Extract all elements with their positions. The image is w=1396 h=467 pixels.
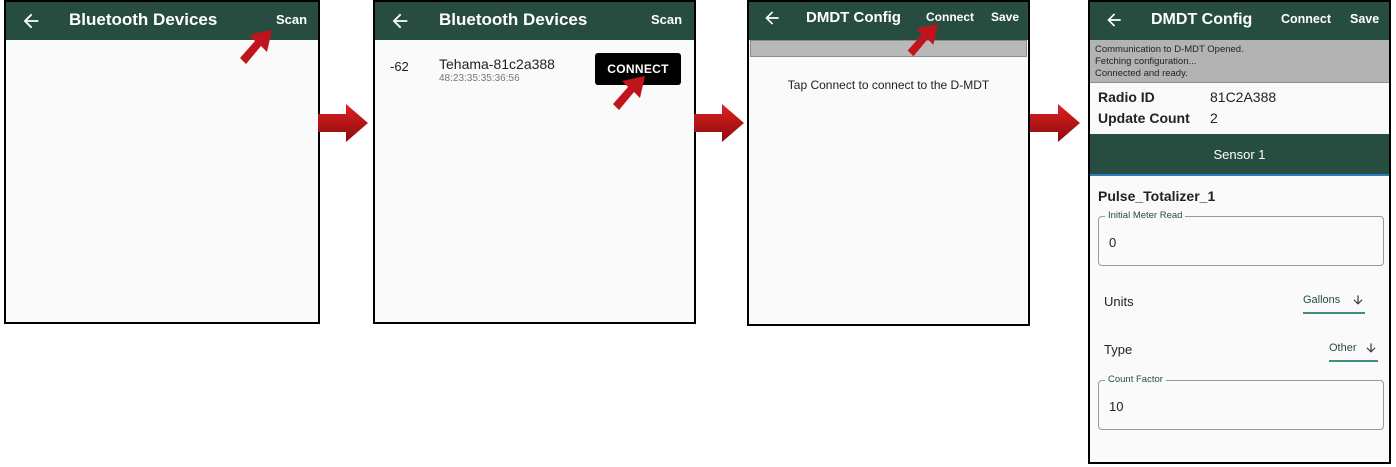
dmdt-config-screen-connected: DMDT Config Connect Save Communication t… bbox=[1088, 0, 1391, 464]
back-arrow-icon[interactable] bbox=[389, 10, 411, 32]
app-bar: Bluetooth Devices Scan bbox=[375, 2, 694, 40]
page-title: Bluetooth Devices bbox=[69, 10, 218, 29]
back-arrow-icon[interactable] bbox=[762, 8, 782, 28]
initial-meter-read-value: 0 bbox=[1109, 235, 1117, 250]
connect-hint: Tap Connect to connect to the D-MDT bbox=[787, 78, 990, 92]
page-title: Bluetooth Devices bbox=[439, 10, 588, 29]
page-title: DMDT Config bbox=[806, 9, 901, 26]
app-bar: DMDT Config Connect Save bbox=[1090, 2, 1389, 40]
type-value: Other bbox=[1329, 341, 1357, 354]
page-title: DMDT Config bbox=[1151, 11, 1253, 28]
back-arrow-icon[interactable] bbox=[20, 10, 42, 32]
radio-id-value: 81C2A388 bbox=[1210, 89, 1277, 105]
initial-meter-read-field[interactable]: Initial Meter Read 0 bbox=[1098, 210, 1384, 266]
pointer-arrow-icon bbox=[907, 23, 939, 57]
sensor-name: Pulse_Totalizer_1 bbox=[1098, 188, 1216, 204]
bluetooth-devices-screen-empty: Bluetooth Devices Scan bbox=[4, 0, 320, 324]
tab-sensor-1[interactable]: Sensor 1 bbox=[1090, 134, 1389, 176]
update-count-value: 2 bbox=[1210, 110, 1218, 126]
device-mac-address: 48:23:35:35:36:56 bbox=[439, 73, 520, 84]
right-arrow-icon bbox=[694, 104, 744, 142]
save-button[interactable]: Save bbox=[1350, 12, 1379, 26]
save-button[interactable]: Save bbox=[991, 10, 1019, 24]
dmdt-config-screen-disconnected: DMDT Config Connect Save Tap Connect to … bbox=[747, 0, 1030, 326]
type-select[interactable]: Other bbox=[1329, 341, 1378, 362]
initial-meter-read-label: Initial Meter Read bbox=[1105, 210, 1186, 221]
radio-id-label: Radio ID bbox=[1098, 89, 1155, 105]
log-line: Communication to D-MDT Opened. bbox=[1095, 44, 1244, 55]
count-factor-value: 10 bbox=[1109, 399, 1124, 414]
update-count-label: Update Count bbox=[1098, 110, 1190, 126]
app-bar: DMDT Config Connect Save bbox=[749, 2, 1028, 40]
right-arrow-icon bbox=[1030, 104, 1080, 142]
arrow-down-icon bbox=[1366, 343, 1376, 353]
scan-button[interactable]: Scan bbox=[276, 12, 307, 27]
right-arrow-icon bbox=[318, 104, 368, 142]
pointer-arrow-icon bbox=[240, 30, 272, 64]
back-arrow-icon[interactable] bbox=[1104, 10, 1124, 30]
device-rssi: -62 bbox=[390, 59, 409, 74]
units-select[interactable]: Gallons bbox=[1303, 293, 1366, 314]
connect-button[interactable]: Connect bbox=[1281, 12, 1331, 26]
log-line: Connected and ready. bbox=[1095, 68, 1188, 79]
units-value: Gallons bbox=[1303, 293, 1341, 306]
pointer-arrow-icon bbox=[613, 76, 645, 110]
device-name: Tehama-81c2a388 bbox=[439, 56, 555, 72]
arrow-down-icon bbox=[1353, 295, 1363, 305]
scan-button[interactable]: Scan bbox=[651, 12, 682, 27]
status-strip bbox=[750, 40, 1027, 57]
count-factor-label: Count Factor bbox=[1105, 374, 1166, 385]
type-label: Type bbox=[1104, 342, 1133, 357]
count-factor-field[interactable]: Count Factor 10 bbox=[1098, 374, 1384, 430]
bluetooth-devices-screen-list: Bluetooth Devices Scan -62 Tehama-81c2a3… bbox=[373, 0, 696, 324]
units-label: Units bbox=[1104, 294, 1134, 309]
status-log: Communication to D-MDT Opened. Fetching … bbox=[1090, 40, 1389, 83]
log-line: Fetching configuration... bbox=[1095, 56, 1197, 67]
